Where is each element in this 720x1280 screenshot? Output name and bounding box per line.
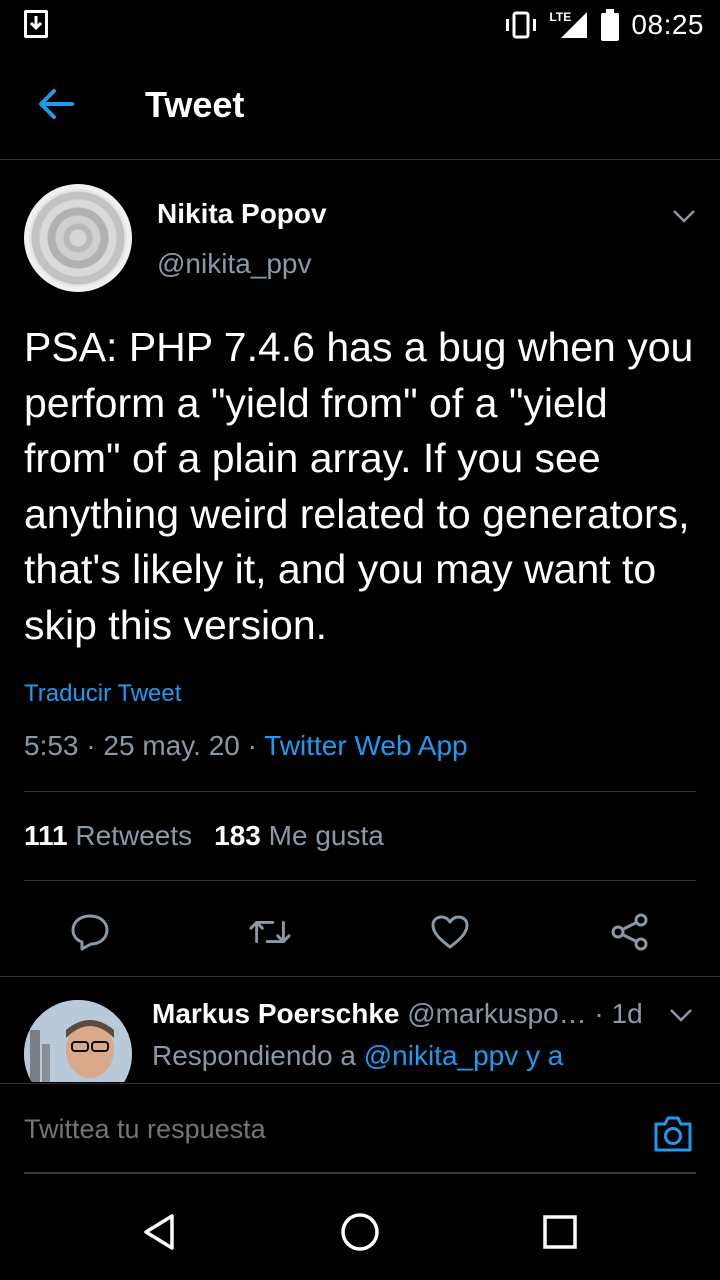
author-avatar[interactable]: [24, 184, 132, 292]
top-app-bar: Tweet: [0, 50, 720, 160]
retweets-count: 111: [24, 820, 68, 851]
tweet-actions: [0, 890, 720, 978]
chevron-down-icon: [673, 210, 695, 223]
nav-recents-button[interactable]: [536, 1208, 584, 1256]
retweet-button[interactable]: [248, 910, 292, 954]
status-bar: LTE 08:25: [0, 0, 720, 50]
clock: 08:25: [631, 9, 704, 40]
tweet-meta: 5:53 · 25 may. 20 · Twitter Web App: [24, 730, 468, 762]
download-icon: [24, 10, 48, 38]
battery-icon: [601, 9, 620, 41]
divider: [0, 976, 720, 977]
tweet-time: 5:53: [24, 730, 79, 761]
back-button[interactable]: [30, 78, 82, 130]
reply-age: · 1d: [594, 998, 643, 1029]
retweets-stat[interactable]: 111 Retweets: [24, 820, 192, 851]
tweet-text: PSA: PHP 7.4.6 has a bug when you perfor…: [24, 324, 694, 648]
reply-header: Markus Poerschke @markuspo… · 1d: [152, 998, 643, 1030]
reply-input[interactable]: [24, 1104, 624, 1154]
replying-to: Respondiendo a @nikita_ppv y a: [152, 1040, 563, 1072]
composer-underline: [24, 1172, 696, 1174]
reply-author-avatar[interactable]: [24, 1000, 132, 1082]
reply-author-name[interactable]: Markus Poerschke: [152, 998, 399, 1029]
reply-menu-button[interactable]: [666, 1000, 696, 1030]
retweets-label: Retweets: [75, 820, 193, 851]
nav-recents-icon: [543, 1215, 577, 1249]
share-icon: [611, 913, 648, 951]
reply-author-handle[interactable]: @markuspo…: [407, 998, 586, 1029]
back-arrow-icon: [39, 89, 74, 119]
retweet-icon: [249, 921, 291, 943]
meta-separator: ·: [239, 730, 265, 761]
reply-icon: [71, 914, 109, 951]
nav-home-icon: [341, 1213, 379, 1251]
divider: [24, 880, 696, 881]
likes-count: 183: [214, 820, 261, 851]
camera-icon: [654, 1116, 692, 1152]
likes-stat[interactable]: 183 Me gusta: [214, 820, 384, 851]
tweet-stats: 111 Retweets 183 Me gusta: [24, 820, 384, 852]
nav-back-icon: [144, 1214, 174, 1250]
reply-button[interactable]: [68, 910, 112, 954]
system-nav-bar: [0, 1180, 720, 1280]
status-icons: LTE 08:25: [503, 8, 704, 42]
page-title: Tweet: [145, 84, 245, 125]
tweet-source-link[interactable]: Twitter Web App: [264, 730, 467, 761]
replying-to-link[interactable]: @nikita_ppv y a: [364, 1040, 564, 1071]
nav-home-button[interactable]: [336, 1208, 384, 1256]
tweet-date: 25 may. 20: [103, 730, 240, 761]
camera-button[interactable]: [652, 1114, 694, 1154]
chevron-down-icon: [670, 1009, 692, 1022]
likes-label: Me gusta: [268, 820, 384, 851]
like-button[interactable]: [428, 910, 472, 954]
author-handle[interactable]: @nikita_ppv: [157, 248, 312, 280]
vibrate-icon: [506, 11, 537, 39]
reply-composer: [0, 1083, 720, 1175]
replying-prefix: Respondiendo a: [152, 1040, 356, 1071]
nav-back-button[interactable]: [136, 1208, 184, 1256]
signal-icon: LTE: [549, 10, 589, 40]
author-name[interactable]: Nikita Popov: [157, 198, 327, 230]
share-button[interactable]: [608, 910, 652, 954]
like-icon: [431, 915, 469, 949]
divider: [24, 791, 696, 792]
tweet-menu-button[interactable]: [668, 200, 700, 232]
meta-separator: ·: [78, 730, 104, 761]
translate-tweet-link[interactable]: Traducir Tweet: [24, 680, 181, 708]
reply-item[interactable]: Markus Poerschke @markuspo… · 1d Respond…: [0, 980, 720, 1082]
